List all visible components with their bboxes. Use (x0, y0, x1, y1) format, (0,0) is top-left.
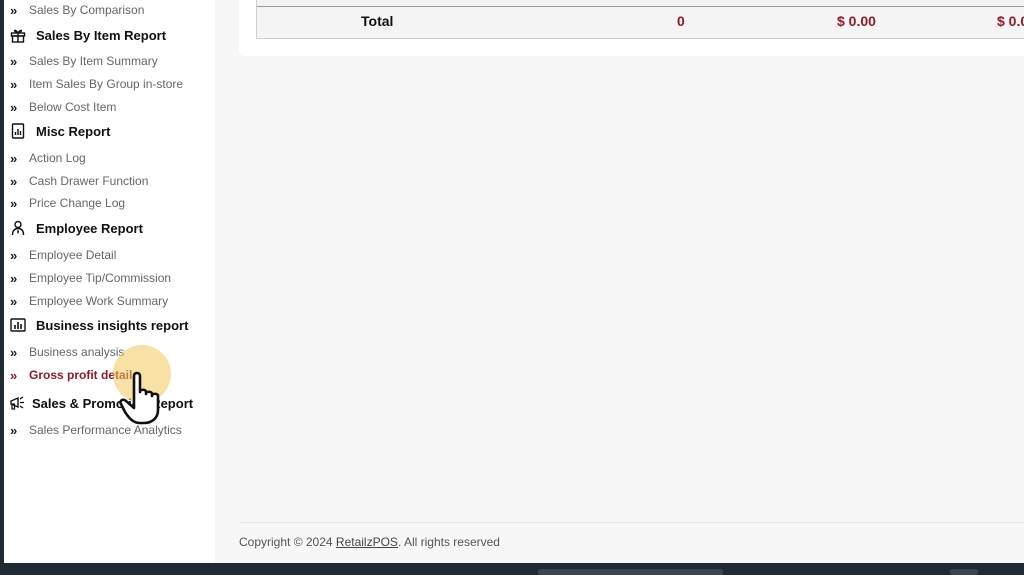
sidebar-item-employee-tip-commission[interactable]: » Employee Tip/Commission (10, 269, 171, 287)
section-title: Business insights report (36, 317, 189, 333)
section-business-insights-report[interactable]: Business insights report (8, 315, 188, 335)
report-table: Total 0 $ 0.00 $ 0.0 (256, 0, 1024, 39)
app-window: » Sales By Comparison Sales By Item Repo… (4, 0, 1024, 563)
chevron-double-right-icon: » (10, 173, 18, 189)
sidebar-item-employee-detail[interactable]: » Employee Detail (10, 246, 116, 264)
employee-icon (8, 219, 28, 237)
report-card: Total 0 $ 0.00 $ 0.0 (239, 0, 1024, 56)
sidebar-item-price-change-log[interactable]: » Price Change Log (10, 194, 125, 212)
sidebar-item-label: Sales By Item Summary (29, 54, 158, 68)
section-misc-report[interactable]: Misc Report (8, 121, 110, 141)
table-divider (257, 6, 1024, 7)
chevron-double-right-icon: » (10, 195, 18, 211)
total-qty: 0 (677, 13, 685, 29)
main-content: Total 0 $ 0.00 $ 0.0 Copyright © 2024 Re… (215, 0, 1024, 563)
sidebar-item-label: Action Log (29, 151, 86, 165)
section-title: Sales & Promotion Report (32, 395, 194, 411)
sidebar-item-below-cost-item[interactable]: » Below Cost Item (10, 98, 116, 116)
section-sales-by-item-report[interactable]: Sales By Item Report (8, 25, 166, 45)
chevron-double-right-icon: » (10, 367, 18, 383)
chevron-double-right-icon: » (10, 99, 18, 115)
sidebar-item-label: Business analysis (29, 345, 125, 359)
total-label: Total (361, 13, 394, 29)
hand-pointer-icon (119, 371, 160, 425)
sidebar-item-sales-by-item-summary[interactable]: » Sales By Item Summary (10, 52, 158, 70)
sidebar-item-item-sales-by-group[interactable]: » Item Sales By Group in-store (10, 75, 183, 93)
sidebar-item-label: Price Change Log (29, 196, 126, 210)
report-doc-icon (8, 122, 28, 140)
sidebar-item-sales-by-comparison[interactable]: » Sales By Comparison (10, 1, 144, 19)
taskbar-item[interactable] (950, 569, 978, 575)
sidebar-item-label: Sales By Comparison (29, 3, 145, 17)
gift-icon (8, 26, 28, 44)
chevron-double-right-icon: » (10, 422, 18, 438)
taskbar (0, 563, 1024, 575)
chevron-double-right-icon: » (10, 270, 18, 286)
chevron-double-right-icon: » (10, 293, 18, 309)
chevron-double-right-icon: » (10, 2, 18, 18)
megaphone-icon (8, 394, 28, 412)
chevron-double-right-icon: » (10, 344, 18, 360)
bar-chart-icon (8, 316, 28, 334)
sidebar-item-employee-work-summary[interactable]: » Employee Work Summary (10, 292, 168, 310)
sidebar-item-business-analysis[interactable]: » Business analysis (10, 343, 124, 361)
total-amount-2: $ 0.0 (997, 13, 1024, 29)
chevron-double-right-icon: » (10, 247, 18, 263)
sidebar-item-label: Cash Drawer Function (29, 174, 149, 188)
sidebar-item-cash-drawer-function[interactable]: » Cash Drawer Function (10, 172, 148, 190)
sidebar: » Sales By Comparison Sales By Item Repo… (4, 0, 215, 563)
chevron-double-right-icon: » (10, 53, 18, 69)
section-title: Employee Report (36, 220, 143, 236)
footer: Copyright © 2024 RetailzPOS. All rights … (239, 535, 500, 549)
total-amount: $ 0.00 (837, 13, 876, 29)
footer-rights: . All rights reserved (397, 535, 500, 549)
sidebar-item-label: Employee Detail (29, 248, 117, 262)
sidebar-item-label: Item Sales By Group in-store (29, 77, 184, 91)
chevron-double-right-icon: » (10, 76, 18, 92)
section-employee-report[interactable]: Employee Report (8, 218, 143, 238)
footer-divider (239, 522, 1024, 523)
footer-brand-link[interactable]: RetailzPOS (336, 535, 398, 549)
section-title: Sales By Item Report (36, 27, 167, 43)
taskbar-item[interactable] (538, 569, 723, 575)
chevron-double-right-icon: » (10, 150, 18, 166)
sidebar-item-label: Employee Work Summary (29, 294, 169, 308)
section-title: Misc Report (36, 123, 111, 139)
sidebar-item-label: Employee Tip/Commission (29, 271, 172, 285)
sidebar-item-action-log[interactable]: » Action Log (10, 149, 86, 167)
sidebar-item-label: Below Cost Item (29, 100, 117, 114)
footer-copyright: Copyright © 2024 (239, 535, 336, 549)
